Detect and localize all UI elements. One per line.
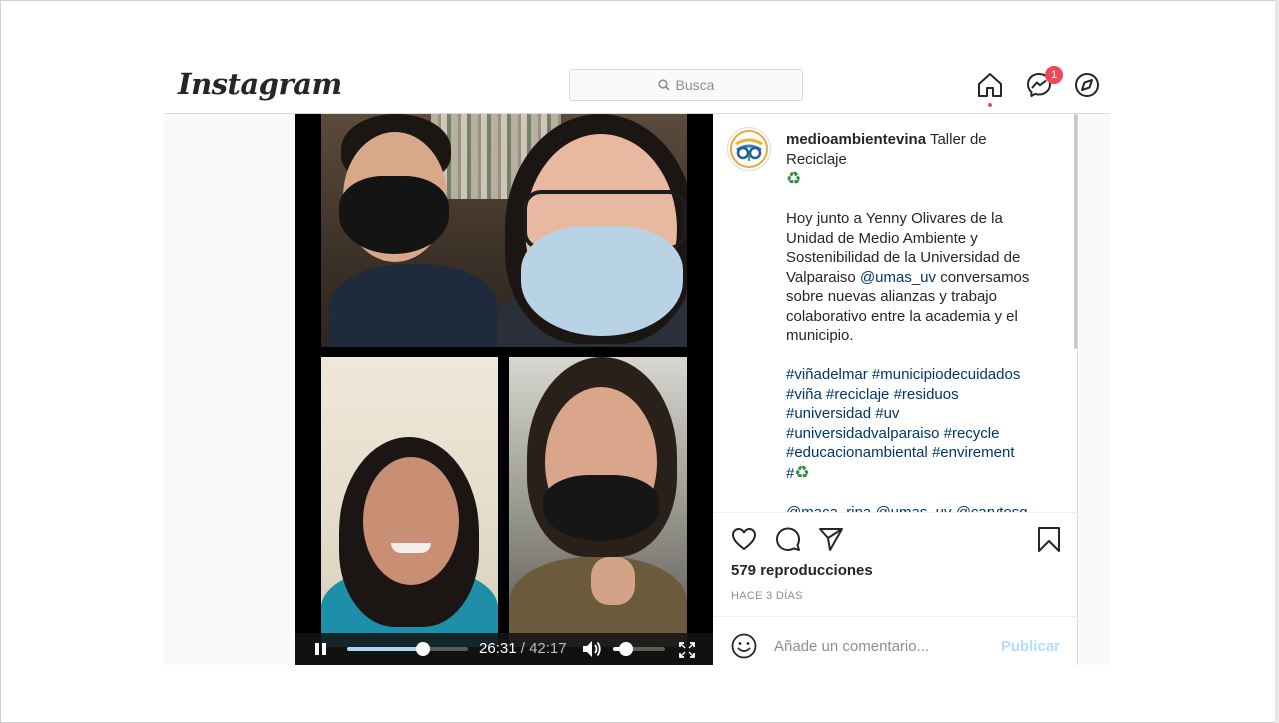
views-count[interactable]: 579 reproducciones — [731, 562, 873, 579]
comment-row: Añade un comentario... Publicar — [713, 616, 1077, 667]
comment-input[interactable]: Añade un comentario... — [774, 638, 929, 655]
comment-icon[interactable] — [774, 525, 802, 553]
top-navigation: Instagram Busca 1 — [164, 58, 1110, 114]
black-mask — [339, 176, 449, 254]
hashtag-link[interactable]: #educacionambiental — [786, 444, 928, 461]
explore-icon — [1075, 73, 1099, 97]
video-controls: 26:31 / 42:17 — [295, 633, 713, 665]
volume-knob[interactable] — [619, 642, 633, 656]
post-details-panel: medioambientevina Taller de Reciclaje ♻ … — [713, 114, 1078, 665]
mention-link[interactable]: @carytosg — [956, 504, 1028, 513]
hashtag-link[interactable]: #viña — [786, 386, 822, 403]
caption-body: Hoy junto a Yenny Olivares de la Unidad … — [786, 209, 1048, 346]
recycle-emoji: ♻ — [794, 462, 810, 482]
pause-icon[interactable] — [314, 642, 328, 656]
search-input[interactable]: Busca — [569, 69, 803, 101]
explore-button[interactable] — [1073, 71, 1101, 99]
hashtag-link[interactable]: #envirement — [932, 444, 1015, 461]
mention-link[interactable]: @umas_uv — [860, 269, 936, 286]
hashtag-link[interactable]: #residuos — [894, 386, 959, 403]
black-mask — [543, 475, 659, 541]
hashtag-link[interactable]: #reciclaje — [826, 386, 889, 403]
duration: 42:17 — [529, 640, 567, 657]
search-icon — [657, 79, 670, 91]
instagram-logo[interactable]: Instagram — [178, 67, 342, 101]
blue-mask — [521, 226, 683, 336]
volume-icon[interactable] — [582, 640, 602, 658]
emoji-icon[interactable] — [731, 633, 757, 659]
page-scrollbar[interactable] — [1275, 0, 1279, 723]
participant-face — [363, 457, 459, 585]
profile-logo-icon — [730, 130, 768, 168]
bookmark-icon[interactable] — [1035, 525, 1063, 553]
recycle-emoji: ♻ — [786, 169, 802, 188]
hand — [591, 557, 635, 605]
participant-body — [329, 264, 499, 347]
mention-link[interactable]: @umas_uv — [875, 504, 951, 513]
post-username[interactable]: medioambientevina — [786, 131, 926, 148]
time-display: 26:31 / 42:17 — [479, 640, 567, 657]
home-active-dot — [988, 103, 992, 107]
hashtag-link[interactable]: #viñadelmar — [786, 366, 868, 383]
post-actions: 579 reproducciones HACE 3 DÍAS Añade un … — [713, 512, 1077, 666]
messenger-button[interactable]: 1 — [1025, 66, 1063, 99]
hashtag-link[interactable]: #municipiodecuidados — [872, 366, 1020, 383]
video-participant-tile-bottom-left — [321, 357, 498, 647]
hashtag-link[interactable]: #recycle — [944, 425, 1000, 442]
hashtag-link[interactable]: #universidad — [786, 405, 871, 422]
progress-fill — [347, 647, 423, 651]
hashtag-link[interactable]: #universidadvalparaiso — [786, 425, 939, 442]
avatar[interactable] — [727, 127, 771, 171]
caption-scrollbar[interactable] — [1074, 114, 1077, 349]
hashtags: #viñadelmar #municipiodecuidados #viña #… — [786, 365, 1048, 483]
post-time-ago[interactable]: HACE 3 DÍAS — [731, 590, 803, 602]
smile — [391, 543, 431, 553]
messages-badge: 1 — [1045, 66, 1063, 84]
mentions: @maca_ripa @umas_uv @carytosg — [786, 503, 1048, 513]
video-participant-tile-top — [321, 114, 687, 347]
home-icon — [978, 73, 1002, 97]
publish-button[interactable]: Publicar — [1001, 638, 1060, 655]
search-placeholder: Busca — [675, 77, 715, 93]
home-button[interactable] — [976, 71, 1004, 107]
heart-icon[interactable] — [730, 525, 758, 553]
current-time: 26:31 — [479, 640, 517, 657]
post-caption: medioambientevina Taller de Reciclaje ♻ … — [786, 130, 1048, 512]
share-icon[interactable] — [817, 525, 845, 553]
video-player[interactable] — [295, 114, 713, 665]
caption-area: medioambientevina Taller de Reciclaje ♻ … — [713, 114, 1077, 512]
hashtag-link[interactable]: #uv — [875, 405, 899, 422]
video-participant-tile-bottom-right — [509, 357, 687, 647]
mention-link[interactable]: @maca_ripa — [786, 504, 871, 513]
fullscreen-icon[interactable] — [679, 642, 695, 658]
time-separator: / — [520, 640, 525, 657]
progress-knob[interactable] — [415, 642, 430, 656]
